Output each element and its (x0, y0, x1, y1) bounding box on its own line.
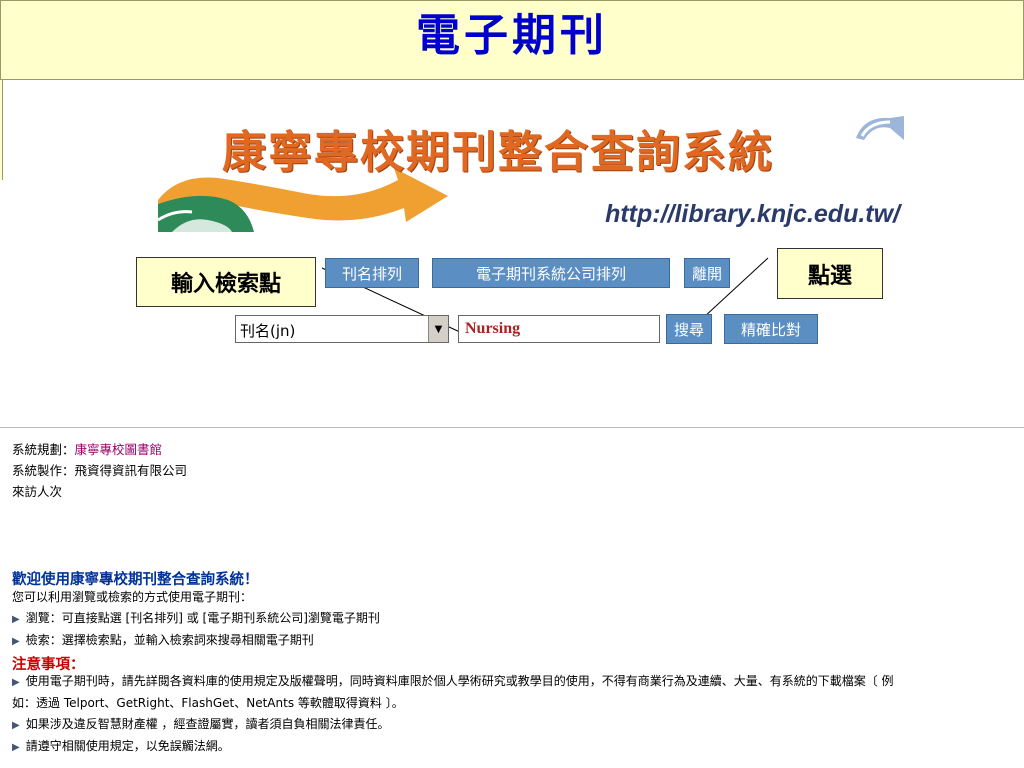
search-button[interactable]: 搜尋 (666, 314, 712, 344)
search-input[interactable] (458, 315, 660, 343)
welcome-title: 歡迎使用康寧專校期刊整合查詢系統！ (12, 572, 259, 588)
title-sort-button[interactable]: 刊名排列 (325, 258, 419, 288)
banner-url: http://library.knjc.edu.tw/ (605, 200, 900, 228)
side-strip (0, 80, 3, 180)
search-field-select[interactable]: 刊名(jn) ▼ (235, 315, 449, 343)
credits: 系統規劃：康寧專校圖書館 系統製作：飛資得資訊有限公司 來訪人次 (12, 439, 187, 502)
bullet-icon: ▶ (12, 742, 20, 753)
exact-match-button[interactable]: 精確比對 (724, 314, 818, 344)
exit-button[interactable]: 離開 (684, 258, 730, 288)
notice-list: ▶ 使用電子期刊時，請先詳閱各資料庫的使用規定及版權聲明，同時資料庫限於個人學術研… (12, 671, 894, 758)
list-item: ▶ 如果涉及違反智慧財產權 ，經查證屬實，讀者須自負相關法律責任。 (12, 717, 390, 731)
list-item: ▶ 檢索：選擇檢索點，並輸入檢索詞來搜尋相關電子期刊 (12, 633, 314, 647)
chevron-down-icon[interactable]: ▼ (428, 316, 448, 342)
library-link[interactable]: 康寧專校圖書館 (75, 442, 163, 457)
list-item: ▶ 瀏覽：可直接點選 [刊名排列] 或 [電子期刊系統公司]瀏覽電子期刊 (12, 611, 380, 625)
banner-title: 康寧專校期刊整合查詢系統 (222, 127, 774, 178)
vendor-sort-button[interactable]: 電子期刊系統公司排列 (432, 258, 670, 288)
welcome-intro: 您可以利用瀏覽或檢索的方式使用電子期刊： (12, 590, 253, 604)
list-item: ▶ 請遵守相關使用規定，以免誤觸法網。 (12, 739, 230, 753)
slide-title: 電子期刊 (416, 10, 608, 61)
bullet-icon: ▶ (12, 614, 20, 625)
welcome-list: 您可以利用瀏覽或檢索的方式使用電子期刊： ▶ 瀏覽：可直接點選 [刊名排列] 或 … (12, 587, 380, 652)
banner: 康寧專校期刊整合查詢系統 http://library.knjc.edu.tw/ (158, 110, 906, 232)
swirl-icon (856, 116, 904, 140)
credits-maker: 系統製作：飛資得資訊有限公司 (12, 463, 188, 478)
visitor-count: 來訪人次 (12, 484, 63, 499)
divider (0, 427, 1024, 428)
bullet-icon: ▶ (12, 677, 20, 688)
callout-enter-search-point: 輸入檢索點 (136, 257, 316, 307)
credits-planning: 系統規劃：康寧專校圖書館 (12, 439, 187, 460)
bullet-icon: ▶ (12, 720, 20, 731)
list-item: ▶ 使用電子期刊時，請先詳閱各資料庫的使用規定及版權聲明，同時資料庫限於個人學術研… (12, 674, 894, 688)
list-item-continuation: 如：透過 Telport、GetRight、FlashGet、NetAnts 等… (12, 696, 404, 710)
search-field-value: 刊名(jn) (240, 322, 296, 340)
callout-click: 點選 (777, 248, 883, 299)
bullet-icon: ▶ (12, 636, 20, 647)
credits-planning-label: 系統規劃： (12, 442, 75, 457)
